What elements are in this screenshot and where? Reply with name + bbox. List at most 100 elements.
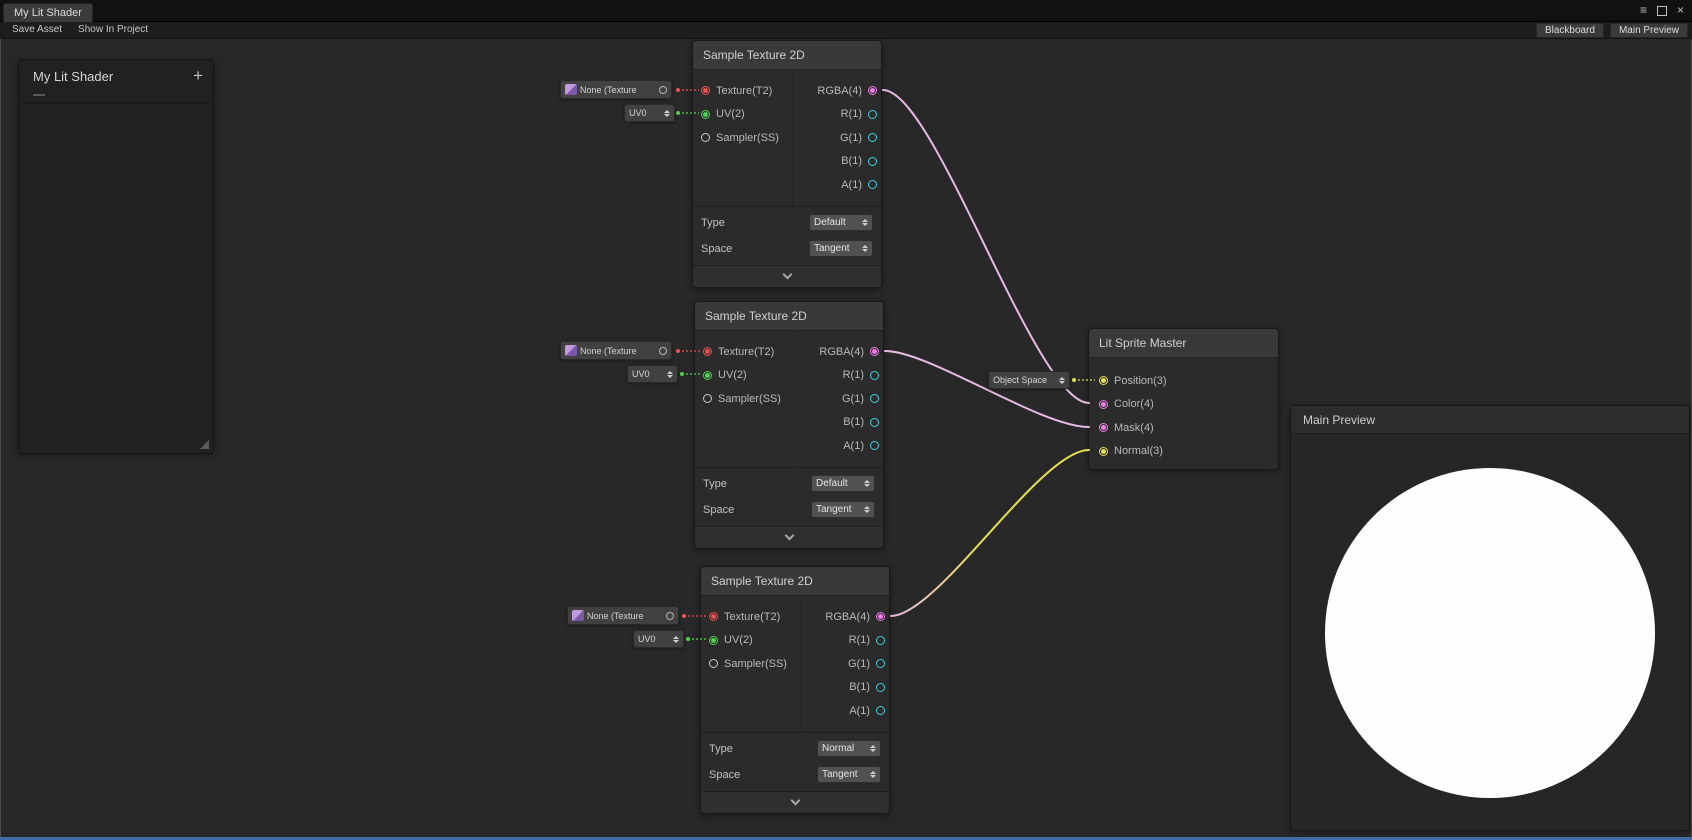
port-rgba-output[interactable] — [876, 612, 885, 621]
node-sample-texture-2d-2[interactable]: Sample Texture 2D Texture(T2) UV(2) Samp… — [694, 301, 884, 549]
blackboard-panel: My Lit Shader + — [18, 59, 214, 454]
node-header[interactable]: Lit Sprite Master — [1089, 329, 1278, 358]
port-uv-input[interactable] — [709, 636, 718, 645]
space-dropdown[interactable]: Tangent — [817, 766, 881, 783]
port-label: R(1) — [841, 108, 862, 120]
port-label: Position(3) — [1114, 375, 1167, 387]
port-label: B(1) — [841, 155, 862, 167]
port-b-output[interactable] — [876, 683, 885, 692]
show-in-project-button[interactable]: Show In Project — [70, 23, 156, 38]
port-label: Sampler(SS) — [718, 393, 781, 405]
window-tab[interactable]: My Lit Shader — [3, 3, 93, 22]
dropdown-arrows-icon — [870, 771, 876, 778]
blackboard-resize-handle[interactable] — [200, 440, 209, 449]
node-sample-texture-2d-1[interactable]: Sample Texture 2D Texture(T2) UV(2) Samp… — [692, 40, 882, 288]
main-preview-title: Main Preview — [1303, 413, 1375, 427]
port-texture-input[interactable] — [703, 347, 712, 356]
uv-channel-dropdown[interactable]: UV0 — [624, 104, 675, 122]
title-bar: My Lit Shader ≡ × — [0, 0, 1692, 22]
port-mask-input[interactable] — [1099, 423, 1108, 432]
main-preview-body[interactable] — [1291, 434, 1689, 831]
node-controls: Type Normal Space Tangent — [701, 732, 889, 791]
collapse-preview-button[interactable] — [693, 265, 881, 287]
uv-channel-dropdown[interactable]: UV0 — [627, 365, 678, 383]
port-label: G(1) — [840, 132, 862, 144]
port-r-output[interactable] — [870, 371, 879, 380]
node-title: Sample Texture 2D — [705, 309, 807, 323]
port-area: Texture(T2) UV(2) Sampler(SS) RGBA(4) R(… — [701, 596, 889, 732]
blackboard-subtitle-dash — [33, 94, 45, 96]
port-rgba-output[interactable] — [870, 347, 879, 356]
shader-graph-window: My Lit Shader ≡ × Save Asset Show In Pro… — [0, 0, 1692, 840]
texture-object-field[interactable]: None (Texture — [560, 341, 672, 360]
port-label: A(1) — [843, 440, 864, 452]
space-dropdown[interactable]: Tangent — [811, 501, 875, 518]
window-maximize-icon[interactable] — [1657, 6, 1667, 16]
port-a-output[interactable] — [868, 180, 877, 189]
collapse-preview-button[interactable] — [701, 791, 889, 813]
port-g-output[interactable] — [868, 133, 877, 142]
port-texture-input[interactable] — [709, 612, 718, 621]
texture-object-field[interactable]: None (Texture — [567, 606, 679, 625]
position-space-dropdown[interactable]: Object Space — [988, 371, 1070, 389]
node-header[interactable]: Sample Texture 2D — [695, 302, 883, 331]
port-label: Mask(4) — [1114, 422, 1154, 434]
port-label: A(1) — [841, 179, 862, 191]
port-g-output[interactable] — [870, 394, 879, 403]
port-b-output[interactable] — [868, 157, 877, 166]
port-g-output[interactable] — [876, 659, 885, 668]
port-label: Texture(T2) — [718, 346, 774, 358]
uv-channel-dropdown[interactable]: UV0 — [633, 630, 684, 648]
window-close-icon[interactable]: × — [1677, 4, 1684, 17]
blackboard-header[interactable]: My Lit Shader + — [19, 60, 213, 104]
space-label: Space — [709, 769, 817, 781]
port-position-input[interactable] — [1099, 376, 1108, 385]
port-sampler-input[interactable] — [709, 659, 718, 668]
save-asset-button[interactable]: Save Asset — [4, 23, 70, 38]
node-controls: Type Default Space Tangent — [693, 206, 881, 265]
port-normal-input[interactable] — [1099, 447, 1108, 456]
port-a-output[interactable] — [870, 441, 879, 450]
node-lit-sprite-master[interactable]: Lit Sprite Master Position(3) Color(4) M… — [1088, 328, 1279, 470]
space-label: Space — [701, 243, 809, 255]
object-picker-icon[interactable] — [666, 612, 674, 620]
port-label: Texture(T2) — [716, 85, 772, 97]
type-dropdown[interactable]: Default — [811, 475, 875, 492]
add-property-button[interactable]: + — [193, 67, 203, 84]
texture-field-value: None (Texture — [580, 346, 659, 356]
type-dropdown[interactable]: Default — [809, 214, 873, 231]
window-tab-label: My Lit Shader — [14, 7, 82, 19]
type-dropdown[interactable]: Normal — [817, 740, 881, 757]
port-color-input[interactable] — [1099, 400, 1108, 409]
texture-field-value: None (Texture — [580, 85, 659, 95]
main-preview-header[interactable]: Main Preview — [1291, 406, 1689, 434]
space-dropdown[interactable]: Tangent — [809, 240, 873, 257]
port-label: RGBA(4) — [825, 611, 870, 623]
object-picker-icon[interactable] — [659, 347, 667, 355]
node-header[interactable]: Sample Texture 2D — [693, 41, 881, 70]
port-r-output[interactable] — [876, 636, 885, 645]
window-menu-icon[interactable]: ≡ — [1640, 4, 1647, 17]
object-picker-icon[interactable] — [659, 86, 667, 94]
port-rgba-output[interactable] — [868, 86, 877, 95]
collapse-preview-button[interactable] — [695, 526, 883, 548]
port-texture-input[interactable] — [701, 86, 710, 95]
node-header[interactable]: Sample Texture 2D — [701, 567, 889, 596]
dropdown-arrows-icon — [864, 506, 870, 513]
port-label: UV(2) — [724, 634, 753, 646]
preview-sphere — [1325, 468, 1655, 798]
port-sampler-input[interactable] — [703, 394, 712, 403]
port-uv-input[interactable] — [701, 110, 710, 119]
dropdown-arrows-icon — [870, 745, 876, 752]
port-uv-input[interactable] — [703, 371, 712, 380]
port-a-output[interactable] — [876, 706, 885, 715]
port-r-output[interactable] — [868, 110, 877, 119]
blackboard-toggle-button[interactable]: Blackboard — [1536, 23, 1604, 38]
texture-object-field[interactable]: None (Texture — [560, 80, 672, 99]
port-sampler-input[interactable] — [701, 133, 710, 142]
main-preview-toggle-button[interactable]: Main Preview — [1610, 23, 1688, 38]
node-sample-texture-2d-3[interactable]: Sample Texture 2D Texture(T2) UV(2) Samp… — [700, 566, 890, 814]
port-area: Position(3) Color(4) Mask(4) Normal(3) — [1089, 358, 1278, 469]
node-title: Sample Texture 2D — [703, 48, 805, 62]
port-b-output[interactable] — [870, 418, 879, 427]
